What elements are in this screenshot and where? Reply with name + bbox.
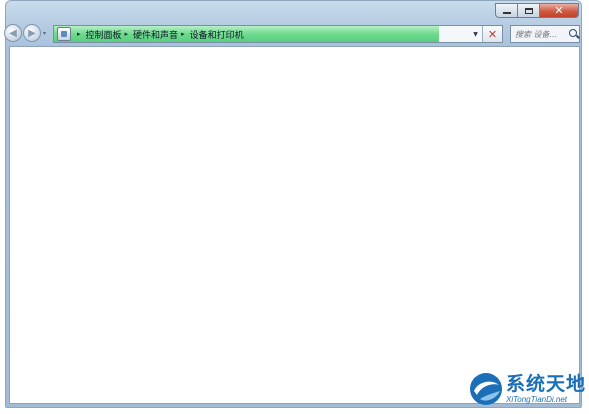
breadcrumb-separator-icon[interactable]: ▸ — [77, 30, 81, 38]
minimize-icon — [502, 12, 511, 14]
maximize-icon — [524, 7, 533, 14]
close-icon: ✕ — [554, 4, 564, 17]
forward-arrow-icon: ▶ — [28, 27, 36, 39]
control-panel-icon[interactable] — [57, 27, 71, 41]
watermark: 系统天地 XiTongTianDi.net — [468, 366, 589, 412]
watermark-domain: XiTongTianDi.net — [506, 395, 568, 404]
search-box[interactable] — [510, 25, 580, 43]
breadcrumb-separator-icon[interactable]: ▸ — [125, 30, 129, 38]
forward-button[interactable]: ▶ — [23, 24, 41, 42]
breadcrumb-item-devices-and-printers[interactable]: 设备和打印机 — [190, 28, 244, 41]
breadcrumb-item-control-panel[interactable]: 控制面板 — [86, 28, 122, 41]
breadcrumb-separator-icon[interactable]: ▸ — [181, 30, 185, 38]
recent-pages-button[interactable]: ▾ — [41, 24, 48, 42]
chevron-down-icon: ▾ — [42, 29, 46, 37]
close-button[interactable]: ✕ — [539, 3, 579, 18]
chevron-down-icon: ▼ — [473, 30, 478, 38]
search-icon[interactable] — [567, 27, 579, 41]
breadcrumb: ▸ 控制面板 ▸ 硬件和声音 ▸ 设备和打印机 — [54, 26, 244, 42]
site-logo-icon — [470, 373, 502, 405]
minimize-button[interactable] — [495, 3, 517, 18]
watermark-name: 系统天地 — [506, 373, 587, 395]
address-bar[interactable]: ▸ 控制面板 ▸ 硬件和声音 ▸ 设备和打印机 ▼ ✕ — [53, 25, 503, 43]
back-button[interactable]: ◀ — [4, 24, 22, 42]
stop-icon: ✕ — [487, 27, 498, 41]
back-arrow-icon: ◀ — [9, 27, 17, 39]
maximize-button[interactable] — [517, 3, 539, 18]
content-pane[interactable] — [9, 46, 580, 404]
stop-loading-button[interactable]: ✕ — [482, 26, 502, 42]
address-dropdown-button[interactable]: ▼ — [469, 26, 482, 42]
navigation-buttons: ◀ ▶ ▾ — [4, 24, 48, 42]
window-controls: ✕ — [495, 3, 579, 18]
breadcrumb-item-hardware-and-sound[interactable]: 硬件和声音 — [133, 28, 178, 41]
search-input[interactable] — [511, 27, 567, 41]
